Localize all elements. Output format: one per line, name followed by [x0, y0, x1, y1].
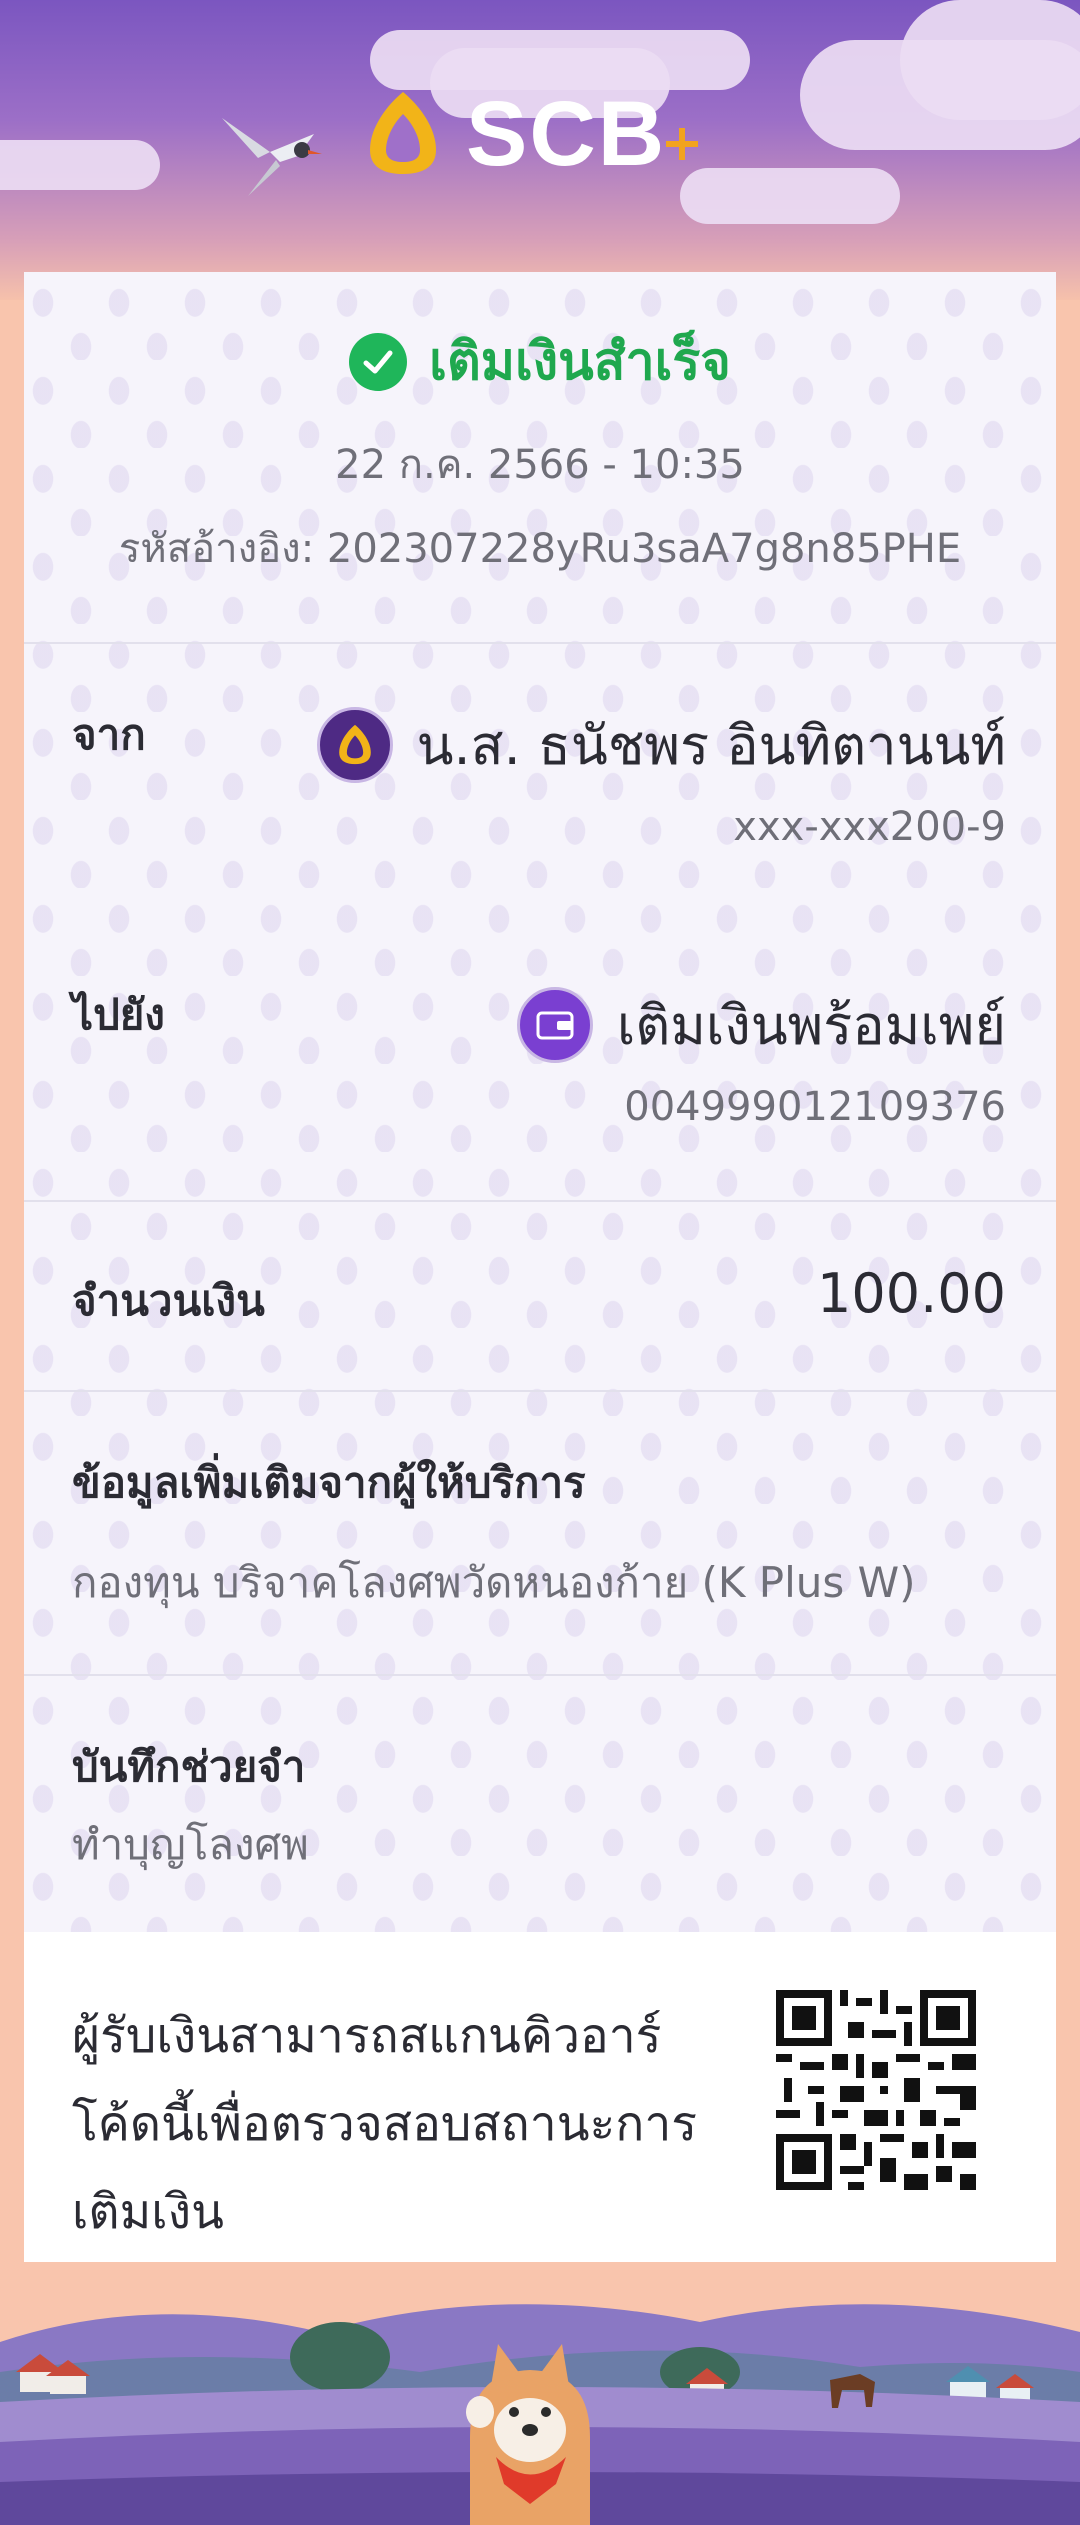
header-banner: SCB: [0, 0, 1080, 300]
qr-panel: ผู้รับเงินสามารถสแกนคิวอาร์ โค้ดนี้เพื่อ…: [24, 1932, 1056, 2262]
qr-text-line: ผู้รับเงินสามารถสแกนคิวอาร์: [72, 2008, 662, 2064]
cloud: [900, 0, 1080, 120]
to-account-number: 004999012109376: [624, 1084, 1006, 1130]
scb-logo: SCB: [362, 88, 722, 188]
lavender-field-illustration: [0, 2262, 1080, 2525]
bird-icon: [222, 118, 322, 196]
divider: [24, 1200, 1056, 1202]
to-label: ไปยัง: [72, 990, 165, 1039]
transaction-datetime: 22 ก.ค. 2566 - 10:35: [335, 442, 745, 488]
amount-value: 100.00: [817, 1262, 1006, 1325]
divider: [24, 1390, 1056, 1392]
receipt-card: เติมเงินสำเร็จ 22 ก.ค. 2566 - 10:35 รหัส…: [24, 272, 1056, 2262]
cloud: [0, 140, 160, 190]
divider: [24, 642, 1056, 644]
status-text: เติมเงินสำเร็จ: [429, 332, 731, 392]
from-account-number: xxx-xxx200-9: [733, 804, 1006, 850]
reference-code: รหัสอ้างอิง: 202307228yRu3saA7g8n85PHE: [118, 526, 962, 572]
status-row: เติมเงินสำเร็จ: [24, 332, 1056, 392]
memo-label: บันทึกช่วยจำ: [72, 1742, 306, 1791]
check-circle-icon: [349, 333, 408, 391]
scb-bell-icon: [370, 92, 436, 174]
scb-bell-icon: [316, 707, 393, 783]
brand-name: SCB: [466, 83, 667, 185]
provider-info-value: กองทุน บริจาคโลงศพวัดหนองก้าย (K Plus W): [72, 1558, 916, 1607]
wallet-icon: [516, 987, 593, 1063]
from-name: น.ส. ธนัชพร อินทิตานนท์: [416, 714, 1006, 777]
amount-label: จำนวนเงิน: [72, 1276, 265, 1325]
plus-icon: [666, 128, 698, 160]
provider-info-label: ข้อมูลเพิ่มเติมจากผู้ให้บริการ: [72, 1458, 586, 1507]
qr-text-line: โค้ดนี้เพื่อตรวจสอบสถานะการ: [72, 2096, 698, 2152]
memo-value: ทำบุญโลงศพ: [72, 1820, 309, 1869]
from-label: จาก: [72, 710, 146, 759]
from-account: น.ส. ธนัชพร อินทิตานนท์: [316, 702, 1006, 788]
to-name: เติมเงินพร้อมเพย์: [616, 994, 1006, 1057]
qr-code-icon[interactable]: [776, 1990, 976, 2190]
qr-instructions: ผู้รับเงินสามารถสแกนคิวอาร์ โค้ดนี้เพื่อ…: [72, 1992, 752, 2256]
to-account: เติมเงินพร้อมเพย์: [516, 982, 1006, 1068]
divider: [24, 1674, 1056, 1676]
